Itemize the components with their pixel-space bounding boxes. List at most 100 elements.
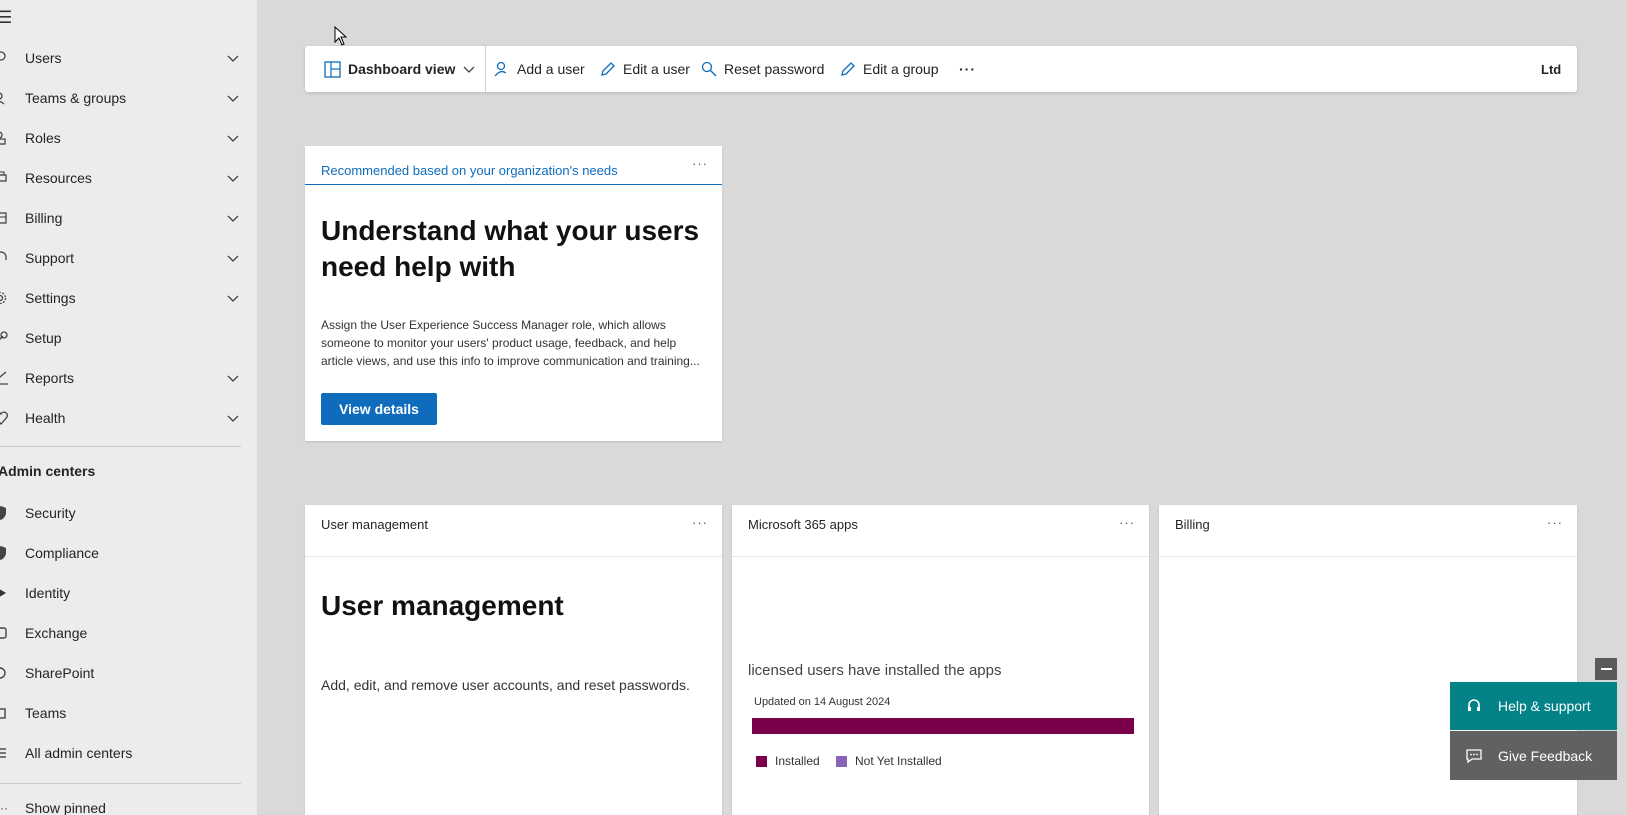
list-icon [0, 745, 10, 761]
sidebar-item-label: SharePoint [25, 665, 95, 681]
exchange-icon [0, 625, 10, 641]
chevron-down-icon[interactable] [226, 171, 240, 185]
people-icon [0, 90, 10, 106]
help-support-label: Help & support [1498, 698, 1591, 714]
sidebar: ☰ Users Teams & groups Roles Resources B… [0, 0, 257, 815]
recommendation-title-line1: Understand what your users [321, 215, 700, 246]
sidebar-item-security[interactable]: Security [0, 493, 240, 533]
sidebar-item-label: Identity [25, 585, 71, 601]
recommendation-body-line: article views, and use this info to impr… [321, 354, 700, 368]
apps-installed-text: licensed users have installed the apps [748, 662, 1002, 679]
recommendation-header: Recommended based on your organization's… [321, 163, 618, 178]
identity-icon [0, 585, 10, 601]
chevron-down-icon[interactable] [226, 411, 240, 425]
reset-password-label: Reset password [724, 61, 825, 77]
sidebar-item-exchange[interactable]: Exchange [0, 613, 240, 653]
card-more-button[interactable]: ··· [692, 156, 708, 171]
sidebar-item-resources[interactable]: Resources [0, 158, 240, 198]
legend-label: Installed [775, 754, 820, 768]
teams-icon [0, 705, 10, 721]
chevron-down-icon[interactable] [226, 51, 240, 65]
sidebar-divider [0, 446, 241, 447]
sidebar-item-support[interactable]: Support [0, 238, 240, 278]
sidebar-item-label: Reports [25, 370, 75, 386]
legend-swatch-not-installed [836, 755, 847, 767]
chevron-down-icon[interactable] [226, 91, 240, 105]
user-management-title: User management [321, 590, 564, 621]
more-icon: ··· [0, 801, 8, 815]
edit-group-button[interactable]: Edit a group [840, 46, 939, 92]
edit-user-button[interactable]: Edit a user [600, 46, 690, 92]
sidebar-item-teams[interactable]: Teams [0, 693, 240, 733]
add-user-button[interactable]: Add a user [494, 46, 585, 92]
add-person-icon [494, 61, 507, 77]
sidebar-item-label: Billing [25, 210, 63, 226]
sidebar-item-compliance[interactable]: Compliance [0, 533, 240, 573]
sidebar-item-label: Resources [25, 170, 92, 186]
user-management-card: User management ··· User management Add,… [305, 505, 722, 815]
chevron-down-icon[interactable] [226, 211, 240, 225]
sidebar-item-label: Roles [25, 130, 61, 146]
chevron-down-icon[interactable] [226, 131, 240, 145]
sidebar-item-teams-groups[interactable]: Teams & groups [0, 78, 240, 118]
apps-updated-date: Updated on 14 August 2024 [754, 696, 891, 708]
help-support-button[interactable]: Help & support [1450, 682, 1617, 730]
chevron-down-icon[interactable] [226, 251, 240, 265]
sidebar-item-settings[interactable]: Settings [0, 278, 240, 318]
card-header-rule [1159, 556, 1577, 557]
sidebar-item-label: Health [25, 410, 66, 426]
chevron-down-icon[interactable] [226, 291, 240, 305]
sidebar-item-health[interactable]: Health [0, 398, 240, 438]
sidebar-item-label: Teams & groups [25, 90, 127, 106]
printer-icon [0, 170, 10, 186]
hamburger-menu-icon[interactable]: ☰ [0, 8, 12, 28]
view-details-button[interactable]: View details [321, 393, 437, 425]
card-more-button[interactable]: ··· [1547, 515, 1563, 530]
legend-installed: Installed [756, 754, 820, 768]
wrench-icon [0, 330, 10, 346]
person-icon [0, 50, 10, 66]
legend-swatch-installed [756, 755, 767, 767]
sidebar-item-roles[interactable]: Roles [0, 118, 240, 158]
organization-name: Ltd [1541, 61, 1562, 77]
chevron-down-icon[interactable] [226, 371, 240, 385]
sidebar-divider [0, 783, 241, 784]
apps-installed-bar [752, 718, 1134, 734]
sidebar-item-users[interactable]: Users [0, 38, 240, 78]
sidebar-item-label: Setup [25, 330, 62, 346]
legend-label: Not Yet Installed [855, 754, 942, 768]
sidebar-item-all-admin-centers[interactable]: All admin centers [0, 733, 240, 773]
edit-user-label: Edit a user [623, 61, 690, 77]
dashboard-view-button[interactable]: Dashboard view [324, 46, 482, 92]
billing-icon [0, 210, 10, 226]
reset-password-button[interactable]: Reset password [701, 46, 824, 92]
sidebar-item-identity[interactable]: Identity [0, 573, 240, 613]
legend-not-installed: Not Yet Installed [836, 754, 942, 768]
more-commands-button[interactable]: ··· [959, 46, 976, 92]
sidebar-item-billing[interactable]: Billing [0, 198, 240, 238]
sharepoint-icon [0, 665, 10, 681]
dashboard-grid-icon [324, 60, 341, 78]
admin-centers-heading: Admin centers [0, 463, 96, 479]
card-header-rule [305, 184, 722, 185]
toolbar-separator [485, 46, 486, 92]
sidebar-item-sharepoint[interactable]: SharePoint [0, 653, 240, 693]
sidebar-item-setup[interactable]: Setup [0, 318, 240, 358]
recommendation-body-line: someone to monitor your users' product u… [321, 336, 677, 350]
mouse-cursor-icon [334, 26, 348, 46]
card-more-button[interactable]: ··· [1119, 515, 1135, 530]
sidebar-item-reports[interactable]: Reports [0, 358, 240, 398]
give-feedback-label: Give Feedback [1498, 747, 1593, 764]
give-feedback-button[interactable]: Give Feedback [1450, 731, 1617, 780]
card-header-title: Billing [1175, 517, 1210, 532]
card-header-title: Microsoft 365 apps [748, 517, 858, 532]
minimize-help-button[interactable] [1595, 658, 1617, 680]
chevron-down-icon [463, 66, 475, 73]
add-user-label: Add a user [517, 61, 585, 77]
search-key-icon [701, 61, 717, 77]
microsoft-365-apps-card: Microsoft 365 apps ··· licensed users ha… [732, 505, 1149, 815]
recommendation-body: Assign the User Experience Success Manag… [321, 316, 701, 370]
sidebar-item-show-pinned[interactable]: ··· Show pinned [0, 788, 240, 815]
shield-icon [0, 505, 10, 521]
card-more-button[interactable]: ··· [692, 515, 708, 530]
